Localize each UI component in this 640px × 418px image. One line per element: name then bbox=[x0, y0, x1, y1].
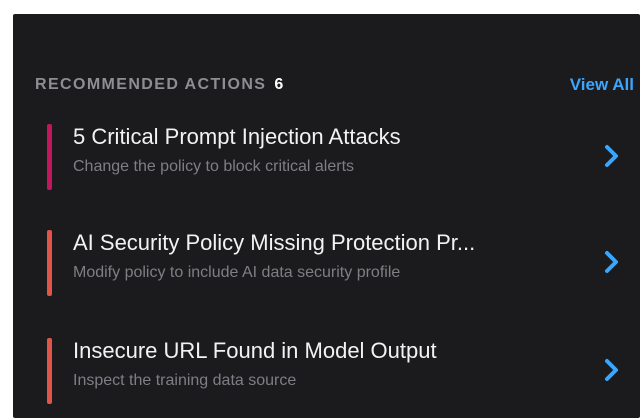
section-title-label: RECOMMENDED ACTIONS bbox=[35, 76, 267, 93]
action-title: AI Security Policy Missing Protection Pr… bbox=[73, 230, 476, 255]
action-subtitle: Change the policy to block critical aler… bbox=[73, 158, 355, 175]
severity-indicator bbox=[47, 230, 52, 296]
action-title: Insecure URL Found in Model Output bbox=[73, 338, 437, 363]
action-subtitle: Modify policy to include AI data securit… bbox=[73, 264, 401, 281]
action-item-ai-policy[interactable]: AI Security Policy Missing Protection Pr… bbox=[47, 224, 640, 300]
section-title: RECOMMENDED ACTIONS 6 bbox=[35, 72, 283, 98]
panel-header: RECOMMENDED ACTIONS 6 View All bbox=[35, 72, 640, 98]
action-item-insecure-url[interactable]: Insecure URL Found in Model Output Inspe… bbox=[47, 332, 640, 408]
chevron-right-icon[interactable] bbox=[601, 142, 623, 170]
severity-indicator bbox=[47, 124, 52, 190]
action-count-badge: 6 bbox=[274, 76, 284, 93]
action-subtitle: Inspect the training data source bbox=[73, 372, 297, 389]
action-title: 5 Critical Prompt Injection Attacks bbox=[73, 124, 401, 149]
recommended-actions-panel: RECOMMENDED ACTIONS 6 View All 5 Critical… bbox=[13, 14, 640, 418]
chevron-right-icon[interactable] bbox=[601, 356, 623, 384]
action-item-prompt-injection[interactable]: 5 Critical Prompt Injection Attacks Chan… bbox=[47, 118, 640, 194]
view-all-link[interactable]: View All bbox=[570, 72, 634, 98]
severity-indicator bbox=[47, 338, 52, 404]
chevron-right-icon[interactable] bbox=[601, 248, 623, 276]
